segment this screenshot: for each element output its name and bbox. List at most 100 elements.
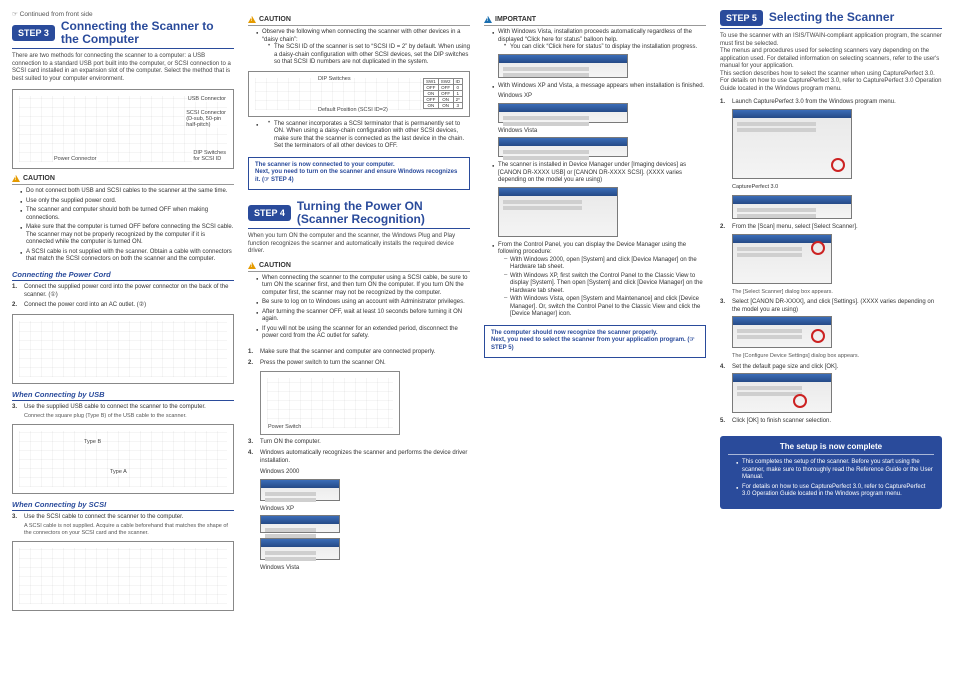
step5-badge: STEP 5 xyxy=(720,10,763,26)
label-power: Power Connector xyxy=(53,156,98,162)
list-item: The scanner and computer should both be … xyxy=(20,207,234,222)
power-cord-diagram xyxy=(12,314,234,384)
power-cord-steps: 1.Connect the supplied power cord into t… xyxy=(12,284,234,310)
important-list: With Windows Vista, installation proceed… xyxy=(484,29,706,319)
screenshot-winxp-1 xyxy=(260,515,340,533)
scsi-diagram xyxy=(12,541,234,611)
label-scsi: SCSI Connector (D-sub, 50-pin half-pitch… xyxy=(185,110,227,128)
list-item: 3.Turn ON the computer. xyxy=(248,439,470,447)
list-item: With Windows Vista, open [System and Mai… xyxy=(504,296,706,319)
list-item: With Windows Vista, installation proceed… xyxy=(492,29,706,78)
list-item: Do not connect both USB and SCSI cables … xyxy=(20,188,234,196)
list-item: If you will not be using the scanner for… xyxy=(256,326,470,341)
caution-icon xyxy=(248,262,256,269)
screenshot-vista-done xyxy=(498,137,628,157)
step3-complete-box: The scanner is now connected to your com… xyxy=(248,157,470,190)
scanner-rear-diagram: USB Connector SCSI Connector (D-sub, 50-… xyxy=(12,89,234,169)
dip-default: Default Position (SCSI ID=2) xyxy=(317,107,389,113)
list-item: When connecting the scanner to the compu… xyxy=(256,275,470,298)
list-item: The scanner is installed in Device Manag… xyxy=(492,162,706,237)
step3-intro: There are two methods for connecting the… xyxy=(12,53,234,83)
screenshot-device-settings xyxy=(732,373,832,413)
usb-steps: 3.Use the supplied USB cable to connect … xyxy=(12,404,234,420)
step4-header: STEP 4 Turning the Power ON (Scanner Rec… xyxy=(248,200,470,229)
screenshot-start-menu xyxy=(732,109,852,179)
step5-steps: 1.Launch CapturePerfect 3.0 from the Win… xyxy=(720,99,942,426)
dip-switch-diagram: DIP Switches Default Position (SCSI ID=2… xyxy=(248,71,470,117)
sub-power-cord: Connecting the Power Cord xyxy=(12,270,234,281)
caution-icon xyxy=(12,175,20,182)
power-switch-label: Power Switch xyxy=(267,424,302,431)
list-item: 3.Use the supplied USB cable to connect … xyxy=(12,404,234,420)
step5-header: STEP 5 Selecting the Scanner xyxy=(720,10,942,29)
label-typeb: Type B xyxy=(83,439,102,445)
list-item: With Windows XP, first switch the Contro… xyxy=(504,273,706,296)
label-dip: DIP Switches for SCSI ID xyxy=(192,150,227,162)
list-item: 2.Connect the power cord into an AC outl… xyxy=(12,302,234,310)
cp-caption: CapturePerfect 3.0 xyxy=(732,184,942,191)
os-xp-label: Windows XP xyxy=(498,93,706,101)
column-2: CAUTION Observe the following when conne… xyxy=(248,10,470,615)
step4-intro: When you turn ON the computer and the sc… xyxy=(248,233,470,256)
label-usb: USB Connector xyxy=(187,96,227,102)
column-3: IMPORTANT With Windows Vista, installati… xyxy=(484,10,706,615)
screenshot-scan-menu xyxy=(732,234,832,284)
screenshot-device-manager xyxy=(498,187,618,237)
screenshot-captureperfect xyxy=(732,195,852,219)
scsi-steps: 3.Use the SCSI cable to connect the scan… xyxy=(12,514,234,537)
step3-title: Connecting the Scanner to the Computer xyxy=(61,20,234,46)
list-item: 2.Press the power switch to turn the sca… xyxy=(248,360,470,436)
list-item: 4.Windows automatically recognizes the s… xyxy=(248,450,470,573)
os-2000-label: Windows 2000 xyxy=(260,469,470,477)
list-item: From the Control Panel, you can display … xyxy=(492,242,706,319)
list-item: 1.Make sure that the scanner and compute… xyxy=(248,349,470,357)
os-vista-label: Windows Vista xyxy=(498,128,706,136)
highlight-circle-icon xyxy=(831,158,845,172)
list-item: Use only the supplied power cord. xyxy=(20,198,234,206)
caution-label: CAUTION xyxy=(248,16,470,23)
power-switch-diagram: Power Switch xyxy=(260,371,400,435)
list-item: The SCSI ID of the scanner is set to “SC… xyxy=(268,44,470,67)
step5-intro: To use the scanner with an ISIS/TWAIN-co… xyxy=(720,33,942,93)
step4-badge: STEP 4 xyxy=(248,205,291,221)
screenshot-select-scanner xyxy=(732,316,832,348)
step4-title: Turning the Power ON (Scanner Recognitio… xyxy=(297,200,470,226)
list-item: 3.Select [CANON DR-XXXX], and click [Set… xyxy=(720,299,942,361)
list-item: 1.Launch CapturePerfect 3.0 from the Win… xyxy=(720,99,942,219)
caution-icon xyxy=(248,16,256,23)
step5-title: Selecting the Scanner xyxy=(769,11,894,24)
list-item: With Windows 2000, open [System] and cli… xyxy=(504,257,706,272)
setup-complete-box: The setup is now complete This completes… xyxy=(720,436,942,509)
screenshot-vista-balloon xyxy=(498,54,628,78)
screenshot-winxp-2 xyxy=(260,538,340,560)
os-xp-label: Windows XP xyxy=(260,506,470,514)
list-item: 2.From the [Scan] menu, select [Select S… xyxy=(720,224,942,296)
list-item: With Windows XP and Vista, a message app… xyxy=(492,83,706,158)
list-item: After turning the scanner OFF, wait at l… xyxy=(256,309,470,324)
list-item: 4.Set the default page size and click [O… xyxy=(720,364,942,414)
list-item: 1.Connect the supplied power cord into t… xyxy=(12,284,234,300)
important-label: IMPORTANT xyxy=(484,16,706,23)
screenshot-win2000 xyxy=(260,479,340,501)
caution-label: CAUTION xyxy=(248,262,470,269)
column-1: Continued from front side STEP 3 Connect… xyxy=(12,10,234,615)
daisy-chain-caution: Observe the following when connecting th… xyxy=(248,29,470,67)
dip-caption: DIP Switches xyxy=(317,76,352,82)
terminator-caution: The scanner incorporates a SCSI terminat… xyxy=(248,121,470,151)
step4-complete-box: The computer should now recognize the sc… xyxy=(484,325,706,358)
highlight-circle-icon xyxy=(811,329,825,343)
step3-header: STEP 3 Connecting the Scanner to the Com… xyxy=(12,20,234,49)
label-typea: Type A xyxy=(109,469,128,475)
highlight-circle-icon xyxy=(793,394,807,408)
caution-label: CAUTION xyxy=(12,175,234,182)
list-item: 5.Click [OK] to finish scanner selection… xyxy=(720,418,942,426)
step3-badge: STEP 3 xyxy=(12,25,55,41)
list-item: This completes the setup of the scanner.… xyxy=(736,459,934,482)
setup-complete-title: The setup is now complete xyxy=(728,442,934,455)
usb-diagram: Type B Type A xyxy=(12,424,234,494)
list-item: The scanner incorporates a SCSI terminat… xyxy=(268,121,470,151)
list-item: Be sure to log on to Windows using an ac… xyxy=(256,299,470,307)
screenshot-xp-done xyxy=(498,103,628,123)
step4-steps: 1.Make sure that the scanner and compute… xyxy=(248,349,470,573)
step3-cautions: Do not connect both USB and SCSI cables … xyxy=(12,188,234,264)
